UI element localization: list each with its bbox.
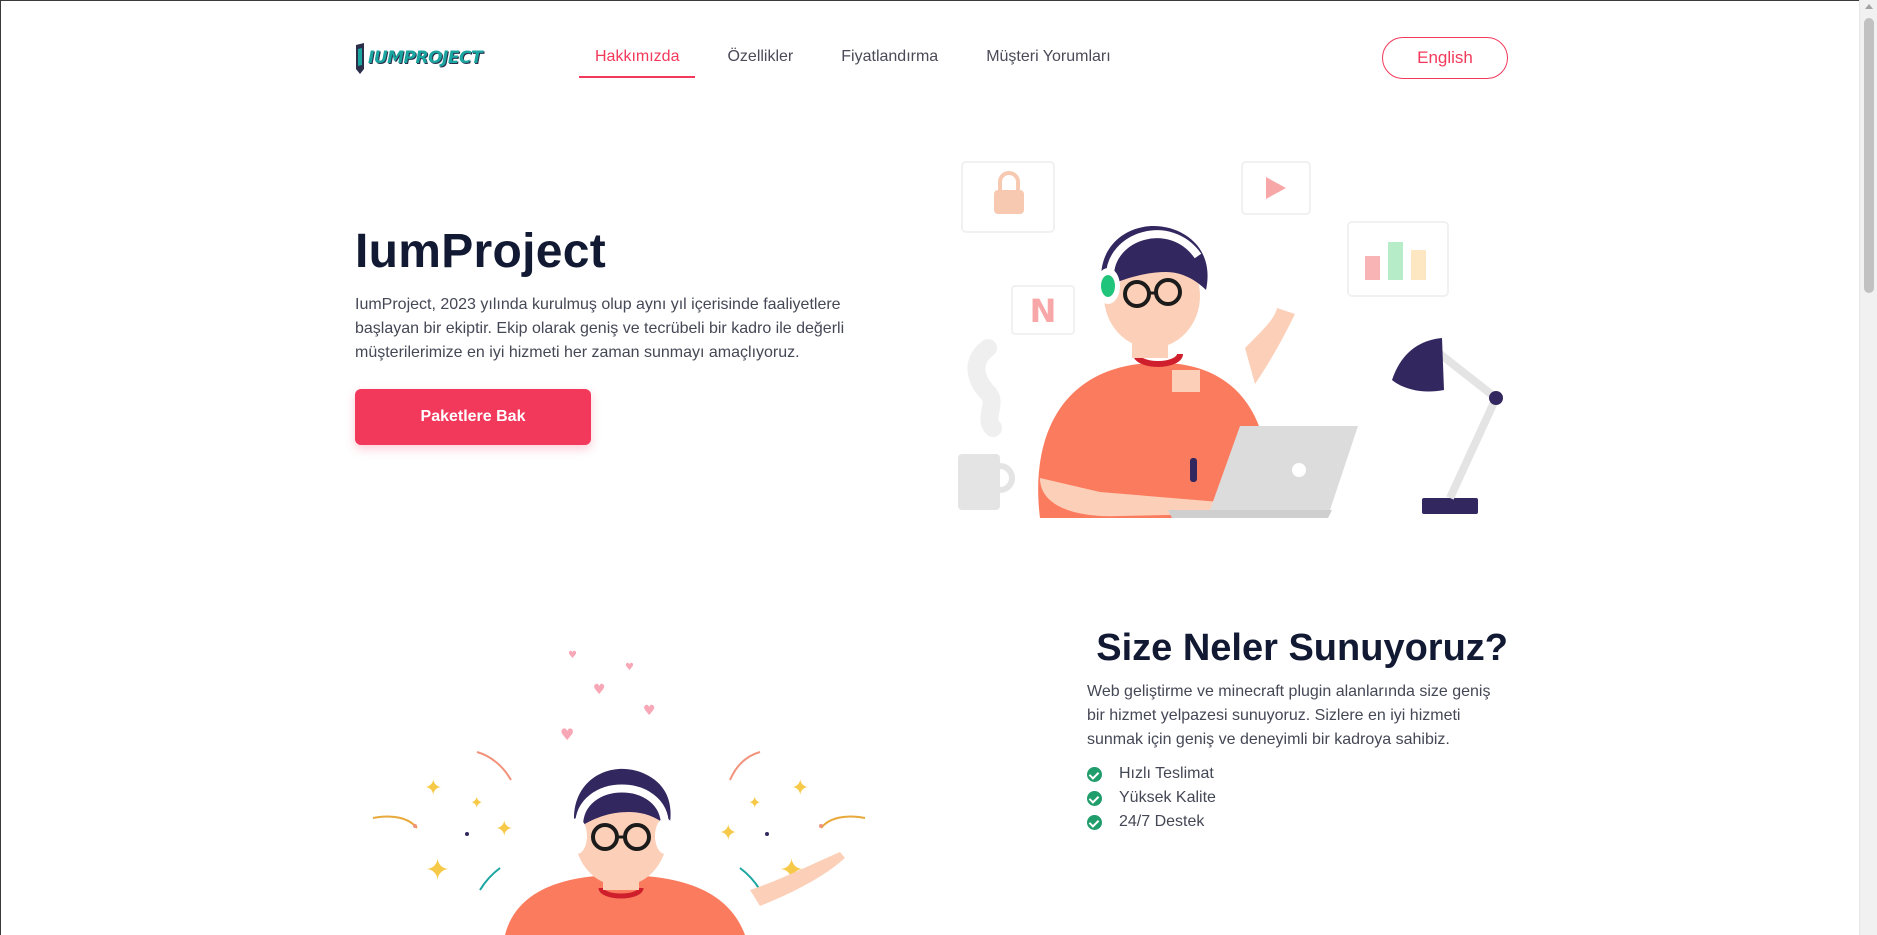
play-card-icon [1241,161,1311,215]
scrollbar-thumb[interactable] [1864,18,1874,293]
feature-item: Yüksek Kalite [1087,786,1216,810]
offer-title: Size Neler Sunuyoruz? [1096,627,1508,669]
bar-chart-card-icon [1347,221,1449,297]
svg-text:✦: ✦ [791,776,809,801]
hero-description: IumProject, 2023 yılında kurulmuş olup a… [355,296,845,361]
logo-text: IUMPROJECT [368,48,483,68]
main-nav: Hakkımızda Özellikler Fiyatlandırma Müşt… [579,36,1143,80]
scroll-up-arrow-icon[interactable] [1865,4,1873,9]
svg-text:✦: ✦ [424,776,442,801]
language-button[interactable]: English [1382,37,1508,79]
check-circle-icon [1087,766,1102,782]
happy-person-celebrating-illustration: ♥ ♥ ♥ ♥ ♥ ✦ ✦ ✦ ✦ ✦ ✦ ✦ ✦ [372,650,866,935]
svg-text:♥: ♥ [643,703,656,719]
svg-text:♥: ♥ [593,682,606,698]
svg-text:✦: ✦ [495,817,513,842]
steam [967,339,1002,437]
logo-mark-icon [356,43,364,74]
feature-label: Hızlı Teslimat [1119,765,1214,782]
offer-description: Web geliştirme ve minecraft plugin alanl… [1087,683,1491,748]
svg-text:♥: ♥ [625,662,634,673]
svg-text:♥: ♥ [560,725,574,744]
svg-text:✦: ✦ [470,793,483,812]
feature-item: Hızlı Teslimat [1087,762,1216,786]
vertical-scrollbar[interactable] [1859,0,1877,935]
site-header: IUMPROJECT Hakkımızda Özellikler Fiyatla… [355,36,1508,80]
hero-title: IumProject [355,225,607,278]
lock-card-icon [961,161,1055,233]
nav-item-fiyatlandirma[interactable]: Fiyatlandırma [825,36,954,78]
nav-item-hakkimizda[interactable]: Hakkımızda [579,36,696,78]
svg-text:N: N [1030,292,1057,330]
check-circle-icon [1087,814,1102,830]
feature-label: Yüksek Kalite [1119,789,1216,806]
coffee-mug [958,454,1015,510]
check-circle-icon [1087,790,1102,806]
view-packages-button[interactable]: Paketlere Bak [355,389,591,445]
feature-label: 24/7 Destek [1119,813,1205,830]
svg-text:✦: ✦ [425,853,450,888]
site-logo[interactable]: IUMPROJECT [355,40,483,76]
nav-item-ozellikler[interactable]: Özellikler [711,36,809,78]
nav-item-musteri-yorumlari[interactable]: Müşteri Yorumları [970,36,1127,78]
browser-viewport [0,0,1877,935]
svg-text:✦: ✦ [719,821,737,846]
svg-text:✦: ✦ [748,793,761,812]
n-card-icon: N [1011,285,1075,335]
feature-item: 24/7 Destek [1087,810,1216,834]
desk-lamp [1392,338,1503,514]
person-working-on-laptop-illustration: N [958,161,1503,518]
feature-list: Hızlı Teslimat Yüksek Kalite 24/7 Destek [1087,762,1216,834]
hearts: ♥ ♥ ♥ ♥ ♥ [560,650,656,744]
svg-text:♥: ♥ [568,650,577,661]
